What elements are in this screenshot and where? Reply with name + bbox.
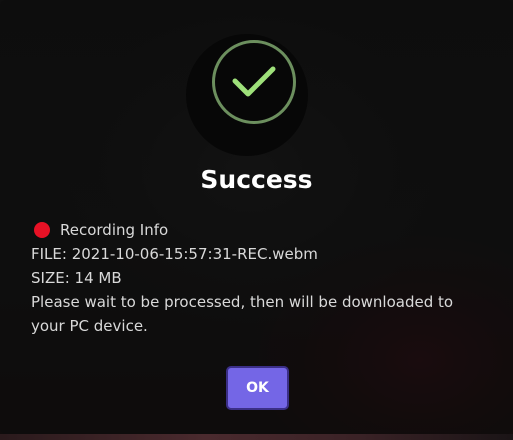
recording-info-label: Recording Info [60, 221, 169, 239]
processing-message-line-1: Please wait to be processed, then will b… [31, 293, 454, 311]
file-name-line: FILE: 2021-10-06-15:57:31-REC.webm [31, 245, 318, 263]
checkmark-icon [232, 66, 276, 97]
ok-button[interactable]: OK [226, 366, 289, 410]
processing-message-line-2: your PC device. [31, 317, 148, 335]
background-strip [0, 434, 513, 440]
file-size-line: SIZE: 14 MB [31, 269, 122, 287]
check-circle-icon [212, 40, 296, 124]
success-dialog: Success Recording Info FILE: 2021-10-06-… [0, 0, 513, 434]
dialog-title: Success [200, 165, 313, 194]
recording-info: Recording Info FILE: 2021-10-06-15:57:31… [31, 218, 491, 338]
recording-dot-icon [34, 222, 50, 238]
recording-info-heading: Recording Info [31, 218, 491, 242]
